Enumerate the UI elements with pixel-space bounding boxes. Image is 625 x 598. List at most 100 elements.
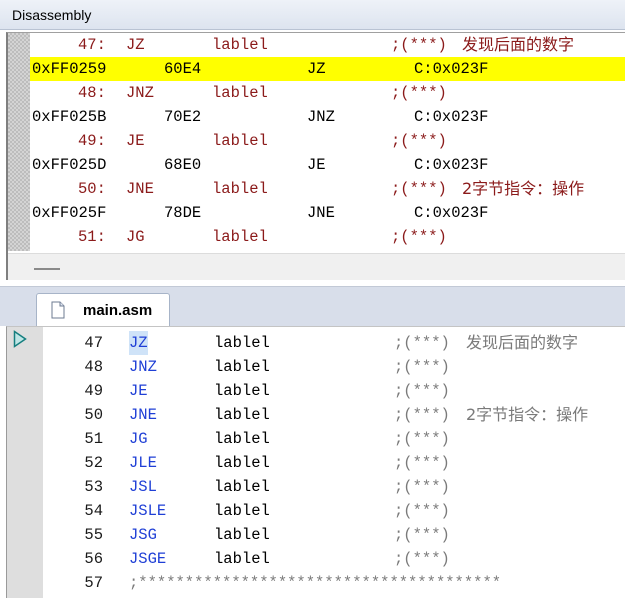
opcode-bytes: 60E4: [164, 60, 202, 78]
disassembly-title: Disassembly: [12, 7, 92, 23]
code-line[interactable]: 55 JSG lablel ;(***): [7, 523, 625, 547]
disassembly-instruction-line[interactable]: 0xFF0259 60E4 JZ C:0x023F: [30, 57, 625, 81]
source-comment: ;(***): [391, 228, 447, 246]
source-comment: ;(***): [391, 84, 447, 102]
comment-text: 发现后面的数字: [462, 35, 575, 54]
line-number: 49: [84, 382, 103, 400]
code-line[interactable]: 57 ;*************************************…: [7, 571, 625, 595]
line-number: 53: [84, 478, 103, 496]
instruction-mnemonic: JNZ: [307, 108, 335, 126]
instruction-address: 0xFF025D: [32, 156, 107, 174]
line-number: 56: [84, 550, 103, 568]
source-line-number: 51:: [78, 228, 106, 246]
tab-label: main.asm: [83, 302, 153, 319]
source-operand: lablel: [212, 228, 268, 246]
instruction-keyword: JSLE: [129, 502, 167, 520]
line-number: 54: [84, 502, 103, 520]
source-line-number: 48:: [78, 84, 106, 102]
instruction-keyword: JE: [129, 382, 148, 400]
operand: lablel: [214, 502, 270, 520]
disassembly-source-line[interactable]: 47: JZ lablel ;(***) 发现后面的数字: [30, 33, 625, 57]
instruction-keyword: JSL: [129, 478, 157, 496]
source-mnemonic: JE: [126, 132, 145, 150]
code-line[interactable]: 47 JZ lablel ;(***) 发现后面的数字: [7, 331, 625, 355]
instruction-keyword: JLE: [129, 454, 157, 472]
operand: lablel: [214, 358, 270, 376]
line-number: 51: [84, 430, 103, 448]
source-line-number: 47:: [78, 36, 106, 54]
comment-text: 2字节指令：操作: [462, 179, 585, 198]
instruction-address: 0xFF025B: [32, 108, 107, 126]
source-comment: ;(***): [391, 36, 447, 54]
code-line[interactable]: 52 JLE lablel ;(***): [7, 451, 625, 475]
line-number: 55: [84, 526, 103, 544]
instruction-keyword: JSGE: [129, 550, 167, 568]
source-comment: ;(***): [391, 132, 447, 150]
code-line[interactable]: 56 JSGE lablel ;(***): [7, 547, 625, 571]
operand: lablel: [214, 430, 270, 448]
instruction-mnemonic: JZ: [307, 60, 326, 78]
code-line[interactable]: 50 JNE lablel ;(***) 2字节指令：操作: [7, 403, 625, 427]
instruction-keyword: JNZ: [129, 358, 157, 376]
disassembly-view[interactable]: 47: JZ lablel ;(***) 发现后面的数字 0xFF0259 60E4 JZ C:…: [6, 32, 625, 280]
disassembly-source-line[interactable]: 48: JNZ lablel ;(***): [30, 81, 625, 105]
code-line[interactable]: 49 JE lablel ;(***): [7, 379, 625, 403]
instruction-address: 0xFF025F: [32, 204, 107, 222]
operand: lablel: [214, 406, 270, 424]
line-number: 47: [84, 334, 103, 352]
jump-target: C:0x023F: [414, 204, 489, 222]
comment-text: 发现后面的数字: [466, 333, 579, 352]
disassembly-instruction-line[interactable]: 0xFF025B 70E2 JNZ C:0x023F: [30, 105, 625, 129]
disassembly-instruction-line[interactable]: 0xFF025F 78DE JNE C:0x023F: [30, 201, 625, 225]
disassembly-source-line[interactable]: 51: JG lablel ;(***): [30, 225, 625, 249]
source-operand: lablel: [212, 36, 268, 54]
disassembly-margin: [8, 33, 30, 251]
operand: lablel: [214, 334, 270, 352]
comment: ;(***): [394, 358, 450, 376]
comment: ;(***): [394, 454, 450, 472]
comment: ;(***): [394, 550, 450, 568]
source-operand: lablel: [212, 132, 268, 150]
source-operand: lablel: [212, 84, 268, 102]
line-number: 48: [84, 358, 103, 376]
operand: lablel: [214, 382, 270, 400]
comment: ;(***): [394, 382, 450, 400]
scroll-thumb[interactable]: [34, 268, 60, 270]
comment: ;(***): [394, 526, 450, 544]
code-line[interactable]: 51 JG lablel ;(***): [7, 427, 625, 451]
disassembly-instruction-line[interactable]: 0xFF025D 68E0 JE C:0x023F: [30, 153, 625, 177]
source-line-number: 49:: [78, 132, 106, 150]
jump-target: C:0x023F: [414, 156, 489, 174]
file-icon: [51, 301, 65, 319]
tab-main-asm[interactable]: main.asm: [36, 293, 170, 327]
comment-text: 2字节指令：操作: [466, 405, 589, 424]
line-number: 52: [84, 454, 103, 472]
comment-divider: ;***************************************: [129, 574, 502, 592]
source-editor[interactable]: 47 JZ lablel ;(***) 发现后面的数字 48 JNZ lablel ;(***)…: [6, 326, 625, 598]
disassembly-source-line[interactable]: 50: JNE lablel ;(***) 2字节指令：操作: [30, 177, 625, 201]
instruction-keyword: JNE: [129, 406, 157, 424]
disassembly-title-bar: Disassembly: [0, 0, 625, 30]
source-mnemonic: JNE: [126, 180, 154, 198]
comment: ;(***): [394, 478, 450, 496]
instruction-keyword: JZ: [129, 331, 148, 355]
instruction-mnemonic: JE: [307, 156, 326, 174]
operand: lablel: [214, 550, 270, 568]
source-mnemonic: JG: [126, 228, 145, 246]
line-number: 50: [84, 406, 103, 424]
code-line[interactable]: 53 JSL lablel ;(***): [7, 475, 625, 499]
instruction-address: 0xFF0259: [32, 60, 107, 78]
jump-target: C:0x023F: [414, 108, 489, 126]
line-number: 57: [84, 574, 103, 592]
code-line[interactable]: 48 JNZ lablel ;(***): [7, 355, 625, 379]
disassembly-source-line[interactable]: 49: JE lablel ;(***): [30, 129, 625, 153]
source-mnemonic: JZ: [126, 36, 145, 54]
comment: ;(***): [394, 502, 450, 520]
code-line[interactable]: 54 JSLE lablel ;(***): [7, 499, 625, 523]
comment: ;(***): [394, 406, 450, 424]
disassembly-horizontal-scrollbar[interactable]: [8, 253, 625, 280]
comment: ;(***): [394, 334, 450, 352]
opcode-bytes: 70E2: [164, 108, 202, 126]
opcode-bytes: 68E0: [164, 156, 202, 174]
jump-target: C:0x023F: [414, 60, 489, 78]
